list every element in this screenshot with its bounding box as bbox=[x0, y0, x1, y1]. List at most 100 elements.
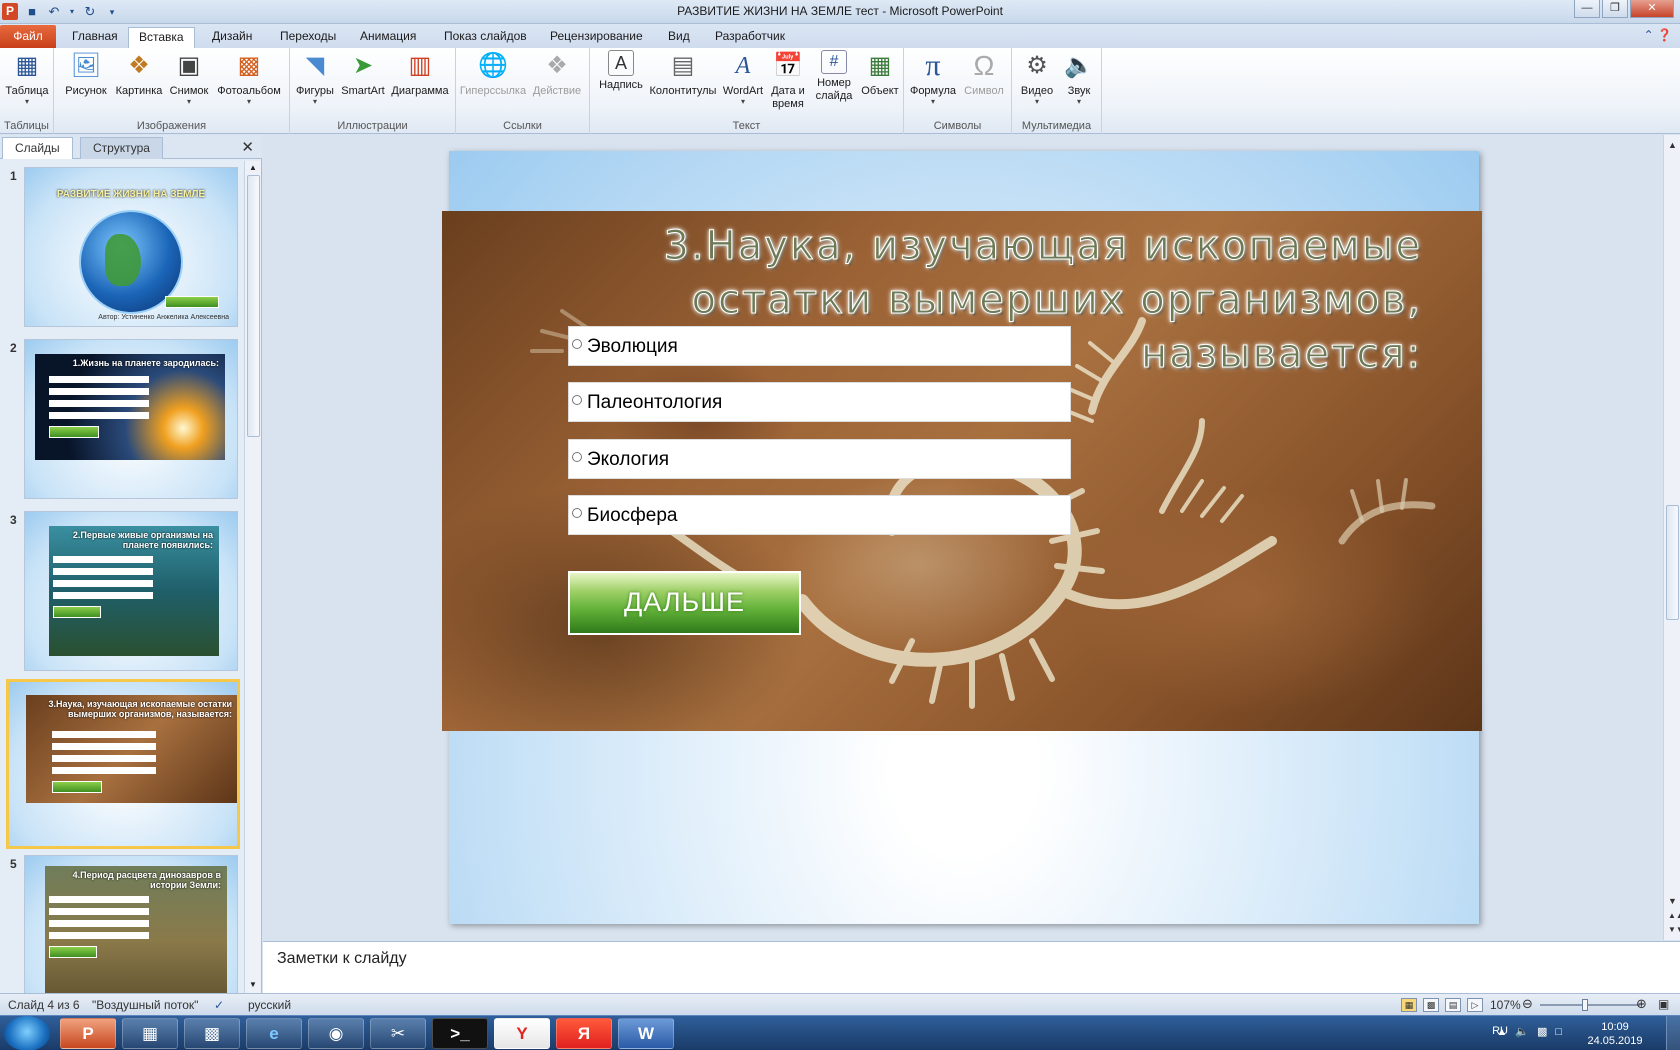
slide-thumbnail-3[interactable]: 2.Первые живые организмы на планете появ… bbox=[24, 511, 238, 671]
clock[interactable]: 10:09 24.05.2019 bbox=[1580, 1020, 1650, 1048]
datetime-button[interactable]: 📅 Дата и время bbox=[766, 50, 810, 111]
clock-time: 10:09 bbox=[1601, 1021, 1629, 1033]
wordart-button[interactable]: A WordArt ▾ bbox=[718, 50, 768, 106]
taskbar-word-icon[interactable]: W bbox=[618, 1018, 674, 1049]
tab-home[interactable]: Главная bbox=[62, 27, 128, 48]
notes-pane[interactable]: Заметки к слайду bbox=[263, 941, 1680, 993]
taskbar-files-icon[interactable]: ▩ bbox=[184, 1018, 240, 1049]
tab-transitions[interactable]: Переходы bbox=[270, 27, 346, 48]
answer-option-3[interactable]: Экология bbox=[568, 439, 1071, 479]
scroll-down-icon[interactable]: ▼ bbox=[249, 980, 257, 989]
table-button[interactable]: ▦ Таблица ▾ bbox=[3, 50, 51, 106]
radio-button[interactable] bbox=[572, 452, 582, 462]
taskbar-yandex-browser-icon[interactable]: Y bbox=[494, 1018, 550, 1049]
scroll-down-icon[interactable]: ▼ bbox=[1668, 896, 1677, 906]
textbox-button[interactable]: A Надпись bbox=[598, 50, 644, 92]
scroll-up-icon[interactable]: ▲ bbox=[1668, 140, 1677, 150]
audio-button[interactable]: 🔈 Звук ▾ bbox=[1058, 50, 1100, 106]
zoom-out-icon[interactable]: ⊖ bbox=[1522, 996, 1533, 1012]
radio-button[interactable] bbox=[572, 508, 582, 518]
table-icon: ▦ bbox=[15, 52, 39, 79]
taskbar-yandex-icon[interactable]: Я bbox=[556, 1018, 612, 1049]
zoom-slider[interactable] bbox=[1540, 1004, 1640, 1006]
language-indicator[interactable]: русский bbox=[248, 998, 291, 1012]
slide-thumbnail-2[interactable]: 1.Жизнь на планете зародилась: bbox=[24, 339, 238, 499]
slide-sorter-icon[interactable]: ▩ bbox=[1423, 998, 1439, 1012]
tab-slides[interactable]: Слайды bbox=[2, 137, 73, 159]
radio-button[interactable] bbox=[572, 339, 582, 349]
previous-slide-icon[interactable]: ▲▲ bbox=[1668, 911, 1680, 920]
canvas-scrollbar[interactable]: ▲ ▼ ▲▲ ▼▼ bbox=[1663, 135, 1680, 940]
spellcheck-icon[interactable]: ✓ bbox=[214, 998, 224, 1012]
slide-thumbnail-1[interactable]: РАЗВИТИЕ ЖИЗНИ НА ЗЕМЛЕ Автор: Устиненко… bbox=[24, 167, 238, 327]
slidenumber-button[interactable]: # Номер слайда bbox=[810, 50, 858, 103]
tab-view[interactable]: Вид bbox=[658, 27, 700, 48]
close-panel-icon[interactable]: ✕ bbox=[241, 138, 254, 156]
taskbar-console-icon[interactable]: >_ bbox=[432, 1018, 488, 1049]
radio-button[interactable] bbox=[572, 395, 582, 405]
maximize-icon[interactable]: ❐ bbox=[1602, 0, 1628, 18]
answer-option-2[interactable]: Палеонтология bbox=[568, 382, 1071, 422]
group-links: 🌐 Гиперссылка ❖ Действие Ссылки bbox=[456, 48, 590, 134]
dinosaurs-image: 4.Период расцвета динозавров в истории З… bbox=[45, 866, 227, 993]
scrollbar-thumb[interactable] bbox=[247, 175, 260, 437]
tab-insert[interactable]: Вставка bbox=[128, 27, 195, 48]
taskbar-calendar-icon[interactable]: ▦ bbox=[122, 1018, 178, 1049]
chart-button[interactable]: ▥ Диаграмма bbox=[388, 50, 452, 98]
option-label: Палеонтология bbox=[587, 392, 723, 413]
answer-option-1[interactable]: Эволюция bbox=[568, 326, 1071, 366]
zoom-slider-thumb[interactable] bbox=[1582, 999, 1588, 1011]
tab-design[interactable]: Дизайн bbox=[202, 27, 262, 48]
start-button[interactable] bbox=[4, 1016, 50, 1050]
reading-view-icon[interactable]: ▤ bbox=[1445, 998, 1461, 1012]
scroll-up-icon[interactable]: ▲ bbox=[249, 163, 257, 172]
zoom-in-icon[interactable]: ⊕ bbox=[1636, 996, 1647, 1012]
tab-outline[interactable]: Структура bbox=[80, 137, 163, 159]
fit-to-window-icon[interactable]: ▣ bbox=[1658, 997, 1669, 1011]
picture-button[interactable]: 🖼 Рисунок bbox=[62, 50, 110, 98]
slideshow-view-icon[interactable]: ▷ bbox=[1467, 998, 1483, 1012]
clipart-button[interactable]: ❖ Картинка bbox=[112, 50, 166, 98]
shapes-button[interactable]: ◥ Фигуры ▾ bbox=[292, 50, 338, 106]
taskbar-powerpoint-icon[interactable]: P bbox=[60, 1018, 116, 1049]
tray-icons[interactable]: ▲🔈▩□ bbox=[1496, 1025, 1570, 1038]
film-reel-icon: ⚙ bbox=[1026, 52, 1048, 79]
smartart-button[interactable]: ➤ SmartArt bbox=[338, 50, 388, 98]
tab-animation[interactable]: Анимация bbox=[350, 27, 426, 48]
taskbar-ie-icon[interactable]: e bbox=[246, 1018, 302, 1049]
photoalbum-button[interactable]: ▩ Фотоальбом ▾ bbox=[214, 50, 284, 106]
zoom-level[interactable]: 107% bbox=[1490, 998, 1521, 1012]
theme-name[interactable]: "Воздушный поток" bbox=[92, 998, 198, 1012]
tab-review[interactable]: Рецензирование bbox=[540, 27, 653, 48]
hyperlink-button[interactable]: 🌐 Гиперссылка bbox=[458, 50, 528, 98]
action-button[interactable]: ❖ Действие bbox=[528, 50, 586, 98]
thumbnails-scrollbar[interactable]: ▲ ▼ bbox=[244, 161, 261, 993]
video-button[interactable]: ⚙ Видео ▾ bbox=[1016, 50, 1058, 106]
slide-counter: Слайд 4 из 6 bbox=[8, 998, 80, 1012]
show-desktop-button[interactable] bbox=[1666, 1016, 1680, 1050]
headerfooter-button[interactable]: ▤ Колонтитулы bbox=[648, 50, 718, 98]
minimize-icon[interactable]: — bbox=[1574, 0, 1600, 18]
taskbar-gimp-icon[interactable]: ◉ bbox=[308, 1018, 364, 1049]
tab-slideshow[interactable]: Показ слайдов bbox=[434, 27, 537, 48]
tab-developer[interactable]: Разработчик bbox=[705, 27, 795, 48]
answer-option-4[interactable]: Биосфера bbox=[568, 495, 1071, 535]
pi-icon: π bbox=[925, 49, 941, 82]
normal-view-icon[interactable]: ▦ bbox=[1401, 998, 1417, 1012]
omega-icon: Ω bbox=[973, 50, 995, 81]
symbol-button[interactable]: Ω Символ bbox=[960, 50, 1008, 98]
taskbar-scissors-icon[interactable]: ✂ bbox=[370, 1018, 426, 1049]
close-icon[interactable]: ✕ bbox=[1630, 0, 1674, 18]
slide-thumbnail-4[interactable]: 3.Наука, изучающая ископаемые остатки вы… bbox=[6, 679, 240, 849]
screenshot-button[interactable]: ▣ Снимок ▾ bbox=[166, 50, 212, 106]
object-button[interactable]: ▦ Объект bbox=[858, 50, 902, 98]
slide-thumbnail-5[interactable]: 4.Период расцвета динозавров в истории З… bbox=[24, 855, 238, 993]
help-icon[interactable]: ⌃ ❓ bbox=[1644, 28, 1672, 42]
next-button[interactable]: ДАЛЬШЕ bbox=[568, 571, 801, 635]
formula-button[interactable]: π Формула ▾ bbox=[908, 50, 958, 106]
tab-file[interactable]: Файл bbox=[0, 25, 56, 48]
camera-icon: ▣ bbox=[177, 52, 201, 79]
window-controls: — ❐ ✕ bbox=[1574, 0, 1674, 18]
next-slide-icon[interactable]: ▼▼ bbox=[1668, 925, 1680, 934]
scrollbar-thumb[interactable] bbox=[1666, 505, 1679, 620]
